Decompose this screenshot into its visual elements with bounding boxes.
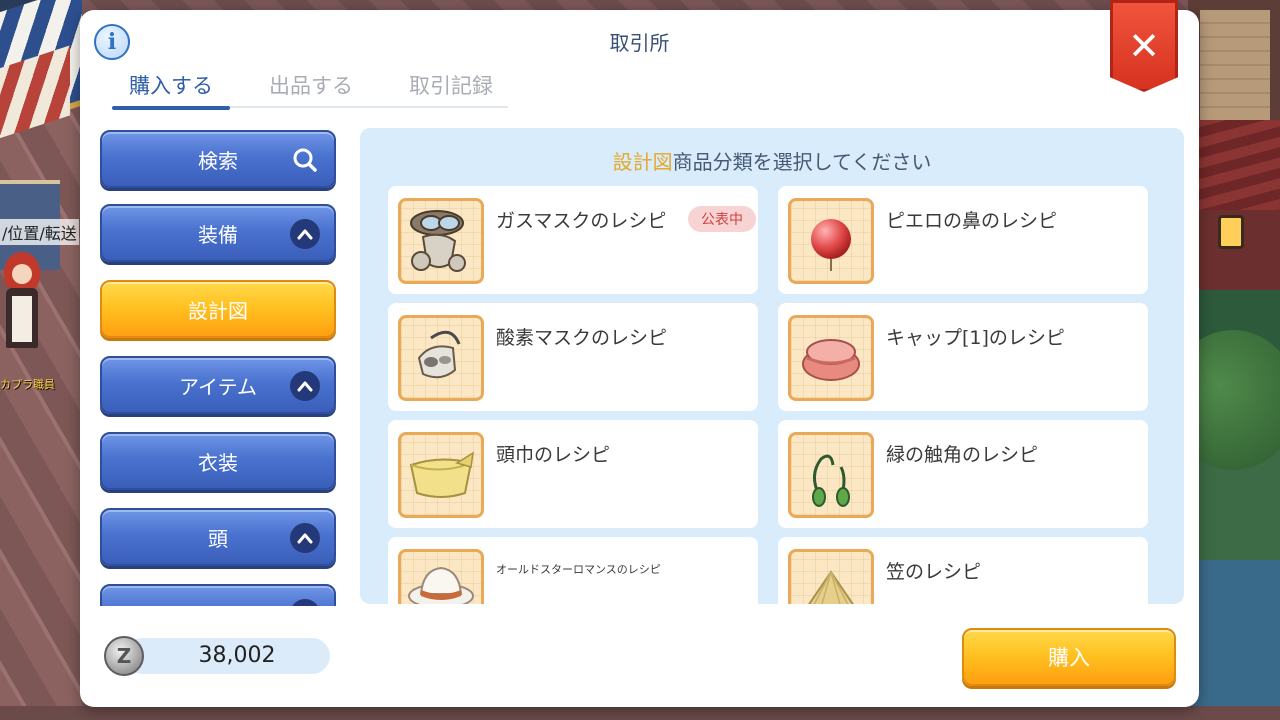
hood-icon (398, 432, 484, 518)
sidebar-item-label: 設計図 (188, 298, 248, 323)
item-card[interactable]: キャップ[1]のレシピ (778, 303, 1148, 411)
panel-title: 設計図商品分類を選択してください (360, 146, 1184, 175)
item-name: 緑の触角のレシピ (886, 444, 1039, 466)
item-name: 頭巾のレシピ (496, 444, 611, 466)
item-card[interactable]: オールドスターロマンスのレシピ (388, 537, 758, 604)
item-card[interactable]: 笠のレシピ (778, 537, 1148, 604)
item-grid: ガスマスクのレシピ 公表中 ピエロの鼻のレシピ 酸素マスクのレシピ キャップ[1… (388, 186, 1148, 604)
buy-button[interactable]: 購入 (962, 628, 1176, 686)
item-name: 笠のレシピ (886, 561, 982, 583)
green-antenna-icon (788, 432, 874, 518)
chevron-up-icon (290, 523, 320, 553)
sidebar-item-blueprint[interactable]: 設計図 (100, 280, 336, 338)
tab-history[interactable]: 取引記録 (392, 70, 510, 108)
close-button[interactable]: ✕ (1110, 0, 1178, 92)
item-name: キャップ[1]のレシピ (886, 327, 1065, 349)
tab-buy[interactable]: 購入する (112, 70, 230, 110)
item-card[interactable]: ピエロの鼻のレシピ (778, 186, 1148, 294)
sidebar-item-head[interactable]: 頭 (100, 508, 336, 566)
item-name: ピエロの鼻のレシピ (886, 210, 1058, 232)
cap-icon (788, 315, 874, 401)
item-card[interactable]: 酸素マスクのレシピ (388, 303, 758, 411)
dialog-title: 取引所 (609, 31, 670, 55)
sidebar-item-equipment[interactable]: 装備 (100, 204, 336, 262)
game-background-right (1188, 0, 1280, 720)
npc-name-label: カプラ職員 (0, 378, 55, 391)
search-icon (293, 148, 317, 172)
item-card[interactable]: ガスマスクのレシピ 公表中 (388, 186, 758, 294)
straw-hat-icon (788, 549, 874, 604)
item-name: 酸素マスクのレシピ (496, 327, 668, 349)
oxygen-mask-icon (398, 315, 484, 401)
sidebar-item-label: アイテム (179, 374, 257, 399)
category-sidebar[interactable]: 検索 装備 設計図 アイテム 衣装 頭 (98, 128, 338, 606)
sidebar-item-label: 検索 (198, 148, 238, 173)
status-badge: 公表中 (688, 206, 756, 232)
gas-mask-icon (398, 198, 484, 284)
exchange-dialog: i 取引所 ✕ 購入する 出品する 取引記録 検索 装備 設計図 アイテム 衣装… (80, 0, 1199, 707)
old-star-romance-icon (398, 549, 484, 604)
game-background-bottom (0, 706, 1280, 720)
sidebar-item-label: 頭 (208, 526, 228, 551)
panel-title-category: 設計図 (612, 150, 673, 174)
chevron-up-icon (290, 599, 320, 606)
tab-bar: 購入する 出品する 取引記録 (112, 66, 510, 110)
sidebar-item-item[interactable]: アイテム (100, 356, 336, 414)
location-label[interactable]: /位置/転送 (0, 219, 79, 245)
kafra-npc[interactable] (2, 252, 42, 362)
sidebar-item-label: 衣装 (198, 450, 238, 475)
zeny-coin-icon: Z (104, 636, 144, 676)
item-card[interactable]: 頭巾のレシピ (388, 420, 758, 528)
chevron-up-icon (290, 219, 320, 249)
zeny-amount: 38,002 (198, 643, 276, 668)
tab-sell[interactable]: 出品する (252, 70, 370, 108)
sidebar-item-costume[interactable]: 衣装 (100, 432, 336, 490)
item-name: オールドスターロマンスのレシピ (496, 563, 661, 576)
clown-nose-icon (788, 198, 874, 284)
sidebar-item-label: 装備 (198, 222, 238, 247)
chevron-up-icon (290, 371, 320, 401)
panel-title-text: 商品分類を選択してください (672, 150, 932, 174)
zeny-display: 38,002 Z (104, 636, 330, 676)
sidebar-item-search[interactable]: 検索 (100, 130, 336, 188)
sidebar-item-more[interactable] (100, 584, 336, 606)
item-card[interactable]: 緑の触角のレシピ (778, 420, 1148, 528)
close-icon: ✕ (1128, 24, 1160, 68)
item-name: ガスマスクのレシピ (496, 210, 667, 232)
item-list-panel[interactable]: 設計図商品分類を選択してください ガスマスクのレシピ 公表中 ピエロの鼻のレシピ… (360, 128, 1184, 604)
